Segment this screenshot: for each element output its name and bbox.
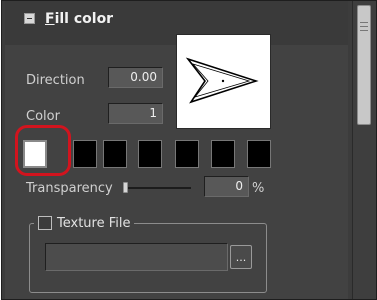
direction-label: Direction — [26, 73, 85, 88]
panel-content: Fill color Direction 0.00 Color 1 Transp… — [5, 1, 348, 299]
direction-preview — [176, 34, 271, 129]
vertical-scrollbar[interactable] — [352, 1, 376, 299]
color-swatch[interactable] — [247, 140, 271, 168]
texture-checkbox[interactable] — [38, 216, 52, 230]
section-title-mnemonic: F — [45, 11, 55, 27]
texture-label: Texture File — [57, 215, 131, 231]
color-swatch[interactable] — [211, 140, 235, 168]
texture-file-input[interactable] — [45, 243, 228, 271]
grip-line — [360, 30, 368, 31]
color-swatch[interactable] — [103, 140, 127, 168]
transparency-slider-thumb[interactable] — [123, 182, 128, 193]
arrow-preview-icon — [185, 57, 259, 104]
transparency-input[interactable]: 0 — [204, 176, 249, 197]
direction-input[interactable]: 0.00 — [108, 67, 163, 88]
transparency-unit: % — [252, 181, 265, 196]
grip-line — [360, 26, 368, 27]
browse-button[interactable]: ... — [230, 245, 252, 269]
transparency-slider[interactable] — [125, 187, 191, 189]
collapse-icon[interactable] — [24, 13, 35, 24]
section-title: Fill color — [45, 11, 113, 27]
color-swatch[interactable] — [73, 140, 97, 168]
color-swatch[interactable] — [138, 140, 162, 168]
scrollbar-thumb[interactable] — [357, 5, 371, 125]
color-swatch[interactable] — [175, 140, 199, 168]
selection-highlight — [15, 125, 71, 176]
texture-legend: Texture File — [34, 213, 135, 233]
color-index-input[interactable]: 1 — [108, 103, 163, 124]
section-title-rest: ill color — [54, 11, 114, 27]
color-label: Color — [26, 109, 60, 124]
transparency-label: Transparency — [26, 181, 113, 196]
grip-line — [360, 22, 368, 23]
properties-panel: Fill color Direction 0.00 Color 1 Transp… — [1, 0, 377, 300]
